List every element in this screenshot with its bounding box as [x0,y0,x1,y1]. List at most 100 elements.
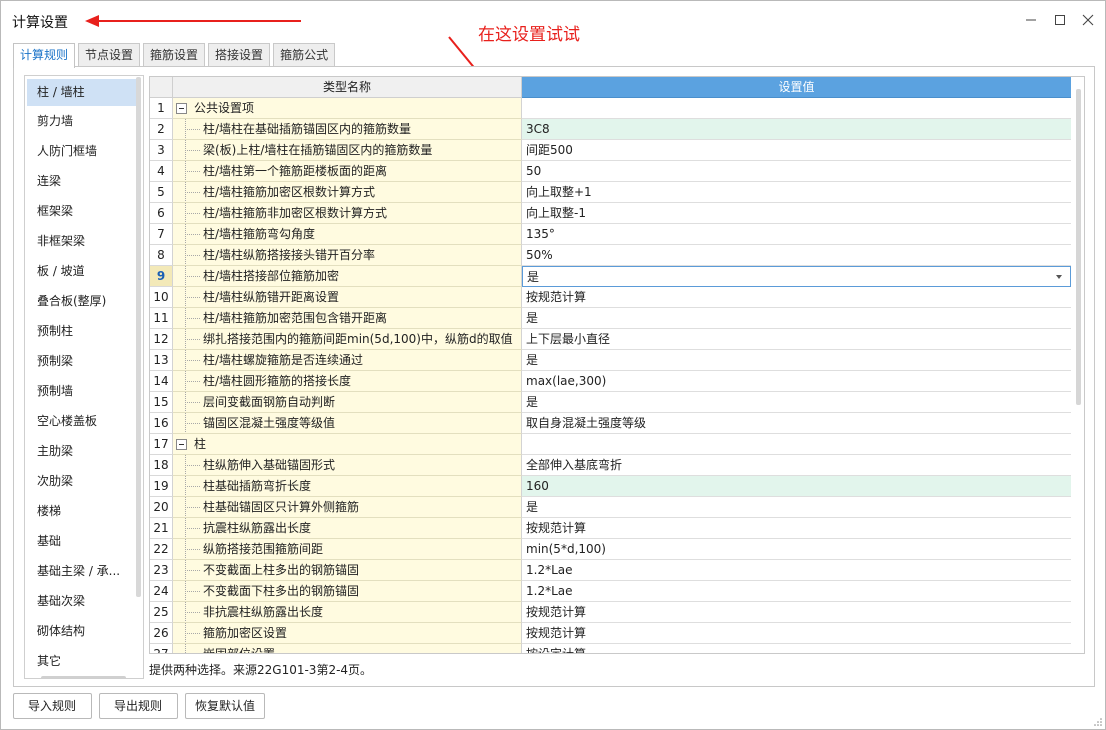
collapse-icon[interactable] [176,103,187,114]
chevron-down-icon[interactable] [1056,275,1062,279]
close-button[interactable] [1077,10,1099,30]
table-row[interactable]: 1 公共设置项 [150,98,1072,119]
setting-value-cell[interactable]: 是 [522,308,1071,329]
setting-value-cell[interactable]: 是 [522,350,1071,371]
sidebar-item-non-frame-beam[interactable]: 非框架梁 [25,226,143,256]
setting-value-cell[interactable]: 50 [522,161,1071,182]
setting-value-cell[interactable]: 1.2*Lae [522,560,1071,581]
setting-value-cell[interactable]: 间距500 [522,140,1071,161]
sidebar-item-frame-beam[interactable]: 框架梁 [25,196,143,226]
table-row[interactable]: 4 柱/墙柱第一个箍筋距楼板面的距离 50 [150,161,1072,182]
table-row[interactable]: 15 层间变截面钢筋自动判断 是 [150,392,1072,413]
setting-value-cell[interactable]: 3C8 [522,119,1071,140]
setting-value-cell[interactable]: 是 [522,392,1071,413]
setting-value-cell[interactable]: 135° [522,224,1071,245]
row-number: 17 [150,434,173,455]
grid-vertical-scrollbar[interactable] [1076,89,1081,405]
row-number: 13 [150,350,173,371]
tab-lap-settings[interactable]: 搭接设置 [208,43,271,67]
sidebar-item-main-rib-beam[interactable]: 主肋梁 [25,436,143,466]
table-row[interactable]: 11 柱/墙柱箍筋加密范围包含错开距离 是 [150,308,1072,329]
table-row[interactable]: 19 柱基础插筋弯折长度 160 [150,476,1072,497]
setting-value-cell[interactable]: 取自身混凝土强度等级 [522,413,1071,434]
table-row[interactable]: 23 不变截面上柱多出的钢筋锚固 1.2*Lae [150,560,1072,581]
setting-value-cell[interactable]: 全部伸入基底弯折 [522,455,1071,476]
table-row[interactable]: 5 柱/墙柱箍筋加密区根数计算方式 向上取整+1 [150,182,1072,203]
table-row[interactable]: 6 柱/墙柱箍筋非加密区根数计算方式 向上取整-1 [150,203,1072,224]
table-row[interactable]: 8 柱/墙柱纵筋搭接接头错开百分率 50% [150,245,1072,266]
sidebar-item-stairs[interactable]: 楼梯 [25,496,143,526]
sidebar-item-composite-slab[interactable]: 叠合板(整厚) [25,286,143,316]
maximize-button[interactable] [1049,10,1071,30]
restore-defaults-button[interactable]: 恢复默认值 [185,693,265,719]
table-row[interactable]: 22 纵筋搭接范围箍筋间距 min(5*d,100) [150,539,1072,560]
setting-value-cell[interactable]: 是 [522,497,1071,518]
sidebar-item-slab-ramp[interactable]: 板 / 坡道 [25,256,143,286]
setting-value-cell[interactable] [522,98,1071,119]
table-row[interactable]: 24 不变截面下柱多出的钢筋锚固 1.2*Lae [150,581,1072,602]
sidebar-item-masonry[interactable]: 砌体结构 [25,616,143,646]
setting-value-cell[interactable]: 按规范计算 [522,623,1071,644]
setting-value-cell[interactable]: 1.2*Lae [522,581,1071,602]
tab-stirrup-settings[interactable]: 箍筋设置 [143,43,206,67]
setting-value-cell[interactable] [522,434,1071,455]
export-rules-button[interactable]: 导出规则 [99,693,178,719]
table-row[interactable]: 25 非抗震柱纵筋露出长度 按规范计算 [150,602,1072,623]
sidebar-item-coupling-beam[interactable]: 连梁 [25,166,143,196]
table-row[interactable]: 17 柱 [150,434,1072,455]
import-rules-button[interactable]: 导入规则 [13,693,92,719]
setting-value-cell[interactable]: 向上取整-1 [522,203,1071,224]
setting-value: max(lae,300) [526,374,607,388]
table-row[interactable]: 3 梁(板)上柱/墙柱在插筋锚固区内的箍筋数量 间距500 [150,140,1072,161]
table-row[interactable]: 18 柱纵筋伸入基础锚固形式 全部伸入基底弯折 [150,455,1072,476]
tab-stirrup-formula[interactable]: 箍筋公式 [273,43,336,67]
row-number: 21 [150,518,173,539]
sidebar-item-precast-wall[interactable]: 预制墙 [25,376,143,406]
sidebar-item-precast-column[interactable]: 预制柱 [25,316,143,346]
table-row[interactable]: 2 柱/墙柱在基础插筋锚固区内的箍筋数量 3C8 [150,119,1072,140]
sidebar-item-foundation-main-beam[interactable]: 基础主梁 / 承... [25,556,143,586]
collapse-icon[interactable] [176,439,187,450]
sidebar-item-shear-wall[interactable]: 剪力墙 [25,106,143,136]
table-row[interactable]: 14 柱/墙柱圆形箍筋的搭接长度 max(lae,300) [150,371,1072,392]
tree-line [185,129,200,130]
setting-value-cell[interactable]: 向上取整+1 [522,182,1071,203]
table-row[interactable]: 16 锚固区混凝土强度等级值 取自身混凝土强度等级 [150,413,1072,434]
sidebar-item-hollow-slab[interactable]: 空心楼盖板 [25,406,143,436]
sidebar-item-foundation[interactable]: 基础 [25,526,143,556]
sidebar-vertical-scrollbar[interactable] [136,77,141,597]
setting-value-cell[interactable]: 上下层最小直径 [522,329,1071,350]
setting-value-cell[interactable]: 160 [522,476,1071,497]
sidebar-item-civil-defense-door-wall[interactable]: 人防门框墙 [25,136,143,166]
sidebar-item-precast-beam[interactable]: 预制梁 [25,346,143,376]
setting-value: 50% [526,248,553,262]
setting-value-cell[interactable]: max(lae,300) [522,371,1071,392]
sidebar-item-other[interactable]: 其它 [25,646,143,676]
setting-value-cell[interactable]: 按规范计算 [522,602,1071,623]
table-row[interactable]: 10 柱/墙柱纵筋错开距离设置 按规范计算 [150,287,1072,308]
setting-value-cell[interactable]: 按设定计算 [522,644,1071,653]
sidebar-item-foundation-secondary-beam[interactable]: 基础次梁 [25,586,143,616]
table-row[interactable]: 26 箍筋加密区设置 按规范计算 [150,623,1072,644]
sidebar-item-column[interactable]: 柱 / 墙柱 [27,79,141,106]
table-row[interactable]: 13 柱/墙柱螺旋箍筋是否连续通过 是 [150,350,1072,371]
table-row[interactable]: 27 嵌固部位设置 按设定计算 [150,644,1072,653]
table-row[interactable]: 21 抗震柱纵筋露出长度 按规范计算 [150,518,1072,539]
resize-grip-icon[interactable] [1093,717,1103,727]
setting-value-cell[interactable]: min(5*d,100) [522,539,1071,560]
minimize-button[interactable] [1020,10,1042,30]
table-row[interactable]: 9 柱/墙柱搭接部位箍筋加密 是 [150,266,1072,287]
row-number: 3 [150,140,173,161]
tab-calc-rules[interactable]: 计算规则 [13,43,76,68]
setting-value-cell[interactable]: 按规范计算 [522,518,1071,539]
table-row[interactable]: 20 柱基础锚固区只计算外侧箍筋 是 [150,497,1072,518]
table-row[interactable]: 12 绑扎搭接范围内的箍筋间距min(5d,100)中，纵筋d的取值 上下层最小直径 [150,329,1072,350]
setting-value-dropdown[interactable]: 是 [522,266,1071,287]
sidebar-item-secondary-rib-beam[interactable]: 次肋梁 [25,466,143,496]
setting-value-cell[interactable]: 按规范计算 [522,287,1071,308]
tab-node-settings[interactable]: 节点设置 [78,43,141,67]
sidebar-horizontal-scrollbar[interactable] [41,676,126,678]
table-row[interactable]: 7 柱/墙柱箍筋弯勾角度 135° [150,224,1072,245]
tree-line [185,402,200,403]
setting-value-cell[interactable]: 50% [522,245,1071,266]
